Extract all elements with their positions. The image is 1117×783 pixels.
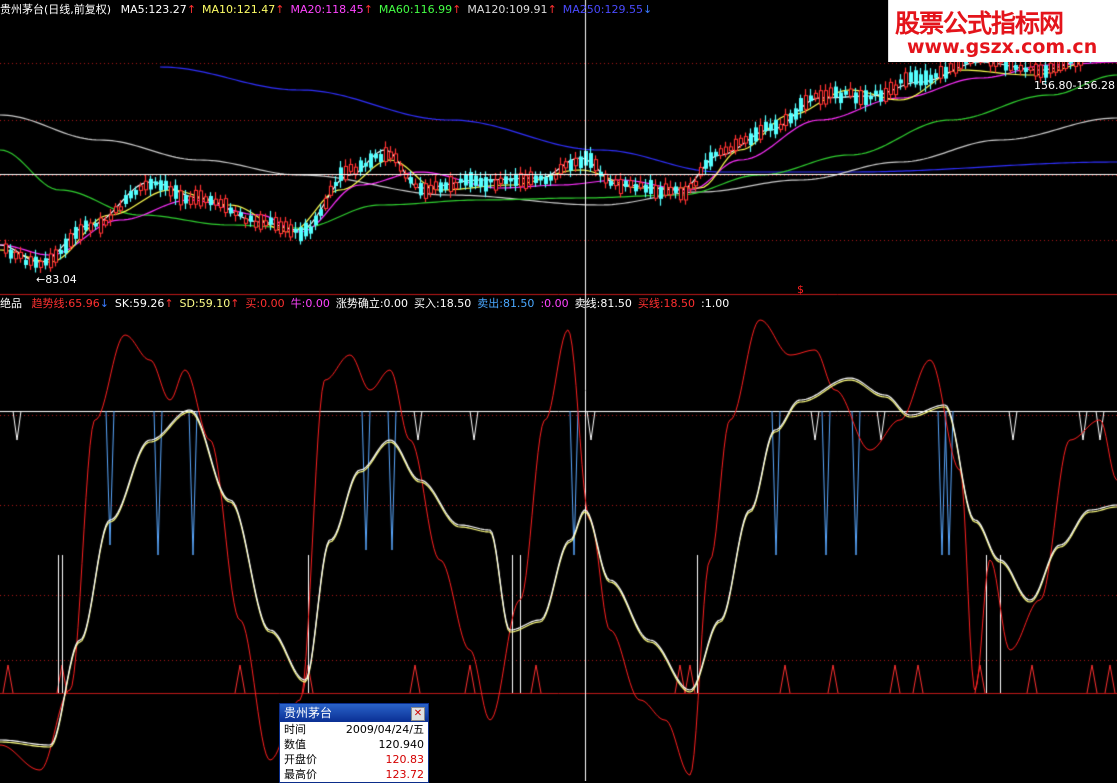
ma-legend-row: 贵州茅台(日线,前复权) MA5:123.27↑ MA10:121.47↑ MA20…: [0, 2, 658, 18]
low-price-label: ←83.04: [36, 273, 77, 286]
indicator-legend-item-6: 买入:18.50: [414, 297, 471, 310]
ma-legend-text: MA250:129.55: [562, 3, 643, 16]
arrow-up-icon: ↑: [164, 297, 174, 310]
watermark-url: www.gszx.com.cn: [907, 36, 1098, 58]
indicator-legend-text: :0.00: [540, 297, 569, 310]
ma-legend-item-1: MA10:121.47↑: [202, 3, 284, 16]
ma-legend-text: MA20:118.45: [290, 3, 364, 16]
indicator-legend-text: 卖出:81.50: [477, 297, 535, 310]
indicator-legend-text: 买线:18.50: [637, 297, 696, 310]
popup-rows: 时间 2009/04/24/五数值 120.940 开盘价 120.83 最高价 123.7…: [280, 722, 428, 782]
indicator-legend-item-10: 买线:18.50: [638, 297, 695, 310]
popup-row: 时间 2009/04/24/五: [280, 722, 428, 737]
indicator-legend-text: 涨势确立:0.00: [335, 297, 409, 310]
indicator-legend-item-8: :0.00: [540, 297, 568, 310]
arrow-up-icon: ↑: [363, 3, 373, 16]
ma-legend-text: MA120:109.91: [467, 3, 548, 16]
ma-legend-text: MA5:123.27: [120, 3, 187, 16]
watermark-logo: 股票公式指标网 www.gszx.com.cn: [888, 0, 1117, 62]
popup-row-value: 123.72: [385, 768, 425, 781]
ma-legend-text: MA60:116.99: [378, 3, 453, 16]
stock-chart-canvas[interactable]: [0, 0, 1117, 781]
popup-row: 数值 120.940: [280, 737, 428, 752]
indicator-name: 绝品: [0, 297, 22, 310]
signal-marker: $: [797, 283, 804, 296]
indicator-legend-row: 绝品 趋势线:65.96↓ SK:59.26↑ SD:59.10↑ 买:0.00 牛:0…: [0, 296, 735, 312]
popup-row-label: 最高价: [284, 768, 317, 781]
ma-legend-item-3: MA60:116.99↑: [379, 3, 461, 16]
high-range-label: 156.80-156.28: [1034, 79, 1115, 92]
indicator-legend-item-11: :1.00: [701, 297, 729, 310]
indicator-legend-item-5: 涨势确立:0.00: [336, 297, 408, 310]
indicator-legend-item-2: SD:59.10↑: [180, 297, 240, 310]
indicator-legend-text: 牛:0.00: [290, 297, 330, 310]
ma-legend-item-2: MA20:118.45↑: [290, 3, 372, 16]
popup-row-label: 数值: [284, 738, 306, 751]
indicator-legend-item-0: 趋势线:65.96↓: [32, 297, 109, 310]
indicator-legend-text: 趋势线:65.96: [31, 297, 100, 310]
indicator-legend-text: 卖线:81.50: [574, 297, 632, 310]
indicator-legend-item-3: 买:0.00: [245, 297, 284, 310]
indicator-legend-item-9: 卖线:81.50: [575, 297, 632, 310]
popup-row: 开盘价 120.83: [280, 752, 428, 767]
arrow-up-icon: ↑: [452, 3, 462, 16]
arrow-down-icon: ↓: [99, 297, 109, 310]
indicator-legend-item-1: SK:59.26↑: [115, 297, 174, 310]
watermark-title: 股票公式指标网: [895, 9, 1064, 38]
indicator-legend-text: 买:0.00: [245, 297, 285, 310]
popup-row-value: 120.83: [385, 753, 425, 766]
stock-title: 贵州茅台(日线,前复权): [0, 3, 112, 16]
ma-legend-item-0: MA5:123.27↑: [121, 3, 196, 16]
popup-title: 贵州茅台: [284, 706, 333, 720]
ma-legend-item-5: MA250:129.55↓: [563, 3, 652, 16]
popup-row-label: 时间: [284, 723, 306, 736]
arrow-up-icon: ↑: [186, 3, 197, 16]
indicator-legend-text: SK:59.26: [114, 297, 165, 310]
indicator-legend-text: :1.00: [701, 297, 730, 310]
data-info-popup[interactable]: 贵州茅台 ✕ 时间 2009/04/24/五 数值 120.940 开盘价 120.83 最…: [279, 703, 429, 783]
indicator-legend-text: 买入:18.50: [414, 297, 472, 310]
popup-row-label: 开盘价: [284, 753, 317, 766]
arrow-down-icon: ↓: [643, 3, 653, 16]
popup-row-value: 2009/04/24/五: [345, 723, 424, 736]
ma-legend-item-4: MA120:109.91↑: [467, 3, 556, 16]
indicator-legend-item-7: 卖出:81.50: [477, 297, 534, 310]
arrow-up-icon: ↑: [547, 3, 557, 16]
indicator-legend-item-4: 牛:0.00: [291, 297, 330, 310]
arrow-up-icon: ↑: [275, 3, 285, 16]
popup-row-value: 120.940: [378, 738, 425, 751]
indicator-legend-text: SD:59.10: [179, 297, 231, 310]
popup-row: 最高价 123.72: [280, 767, 428, 782]
arrow-up-icon: ↑: [230, 297, 240, 310]
popup-title-bar[interactable]: 贵州茅台 ✕: [280, 704, 428, 722]
close-icon[interactable]: ✕: [411, 707, 425, 721]
ma-legend-text: MA10:121.47: [202, 3, 276, 16]
